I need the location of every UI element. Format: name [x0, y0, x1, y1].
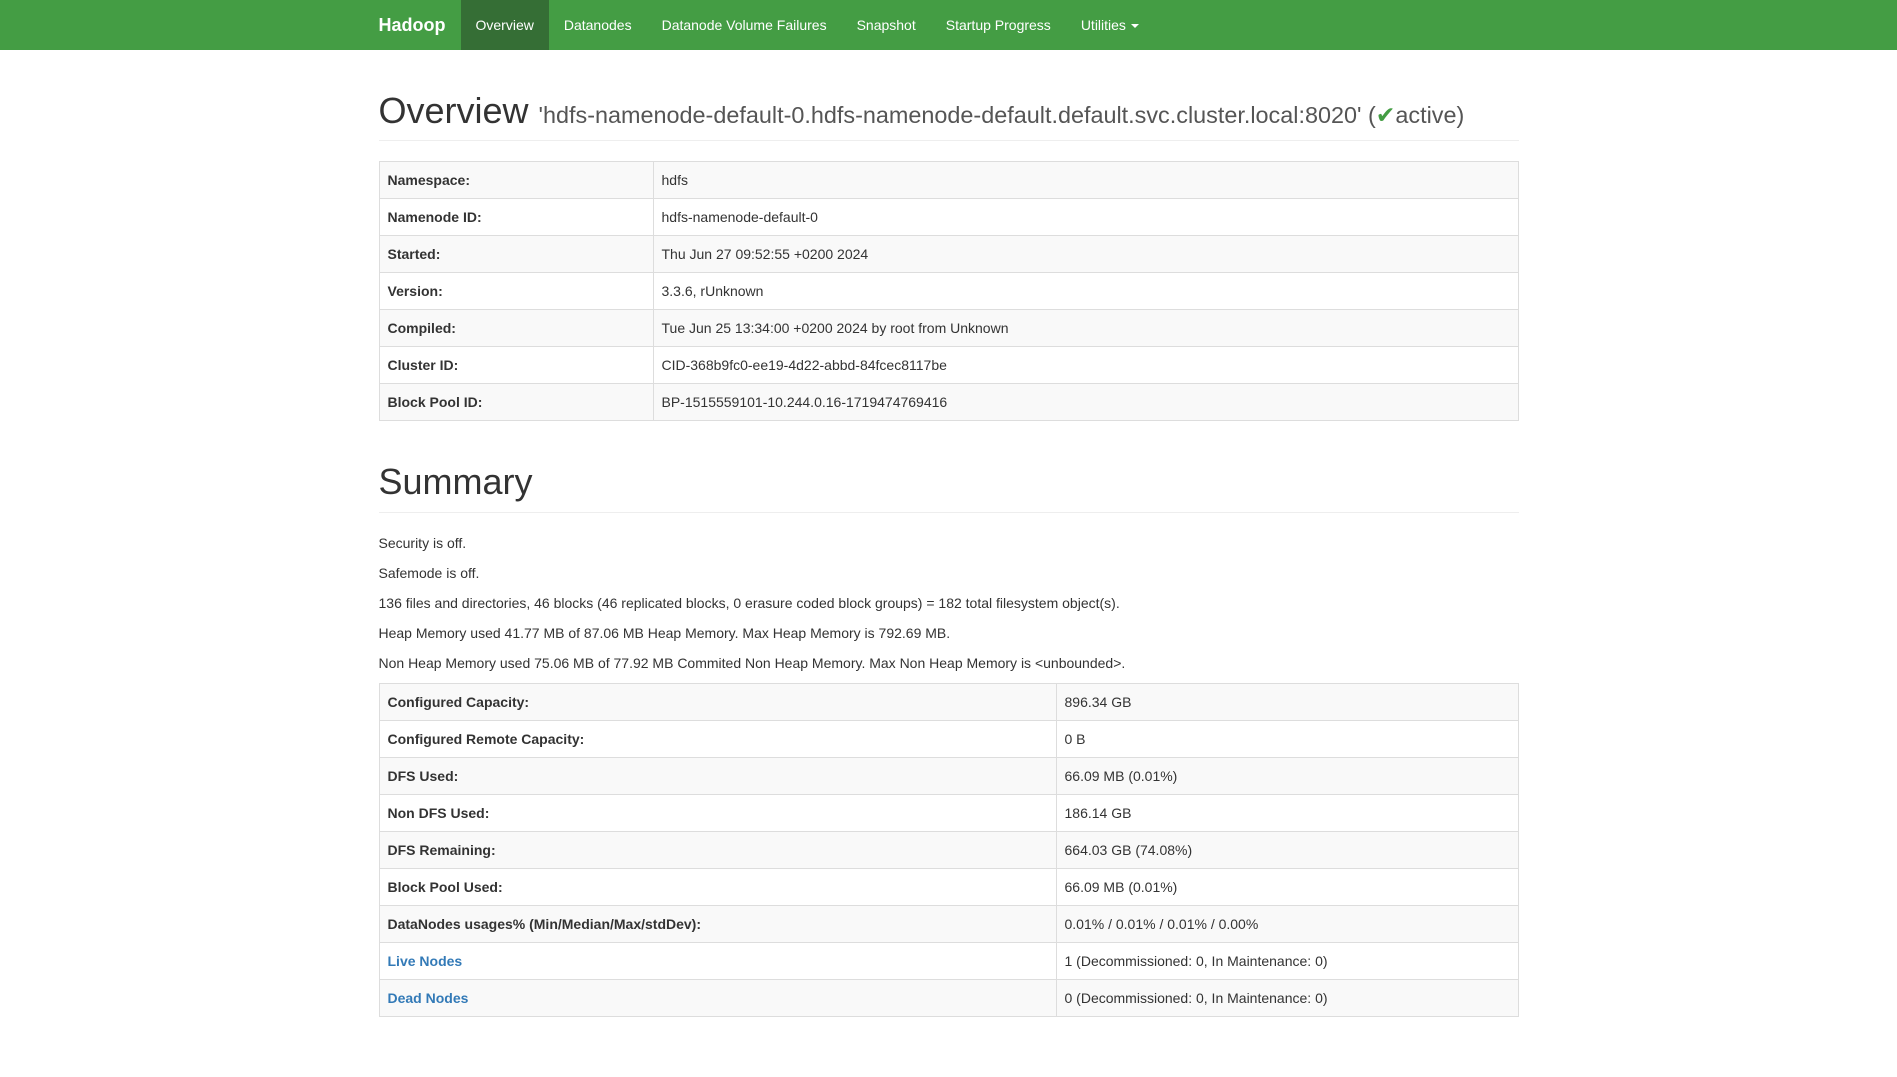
namenode-address: 'hdfs-namenode-default-0.hdfs-namenode-d…: [539, 102, 1362, 128]
table-row: DataNodes usages% (Min/Median/Max/stdDev…: [379, 905, 1518, 942]
row-label: Configured Remote Capacity:: [379, 720, 1056, 757]
table-row: Configured Capacity: 896.34 GB: [379, 683, 1518, 720]
row-value: 3.3.6, rUnknown: [653, 273, 1518, 310]
nav-item-utilities-dropdown[interactable]: Utilities: [1066, 0, 1154, 50]
row-label-link: Live Nodes: [379, 942, 1056, 979]
row-label: DFS Remaining:: [379, 831, 1056, 868]
row-label: Block Pool Used:: [379, 868, 1056, 905]
top-navbar: Hadoop Overview Datanodes Datanode Volum…: [0, 0, 1897, 50]
row-value: hdfs-namenode-default-0: [653, 199, 1518, 236]
table-row: Started: Thu Jun 27 09:52:55 +0200 2024: [379, 236, 1518, 273]
table-row: Version: 3.3.6, rUnknown: [379, 273, 1518, 310]
row-label: DFS Used:: [379, 757, 1056, 794]
chevron-down-icon: [1131, 24, 1139, 28]
row-label: Configured Capacity:: [379, 683, 1056, 720]
dead-nodes-link[interactable]: Dead Nodes: [388, 990, 469, 1006]
page-title: Overview 'hdfs-namenode-default-0.hdfs-n…: [379, 90, 1519, 131]
navbar-menu: Overview Datanodes Datanode Volume Failu…: [461, 0, 1154, 50]
summary-page-header: Summary: [379, 461, 1519, 512]
row-label: Compiled:: [379, 310, 653, 347]
table-row: Compiled: Tue Jun 25 13:34:00 +0200 2024…: [379, 310, 1518, 347]
table-row: Block Pool ID: BP-1515559101-10.244.0.16…: [379, 384, 1518, 421]
row-value: 0 (Decommissioned: 0, In Maintenance: 0): [1056, 979, 1518, 1016]
table-row: DFS Remaining: 664.03 GB (74.08%): [379, 831, 1518, 868]
nav-item-utilities-wrap: Utilities: [1066, 0, 1154, 50]
overview-info-table: Namespace: hdfs Namenode ID: hdfs-nameno…: [379, 161, 1519, 421]
row-label-link: Dead Nodes: [379, 979, 1056, 1016]
live-nodes-link[interactable]: Live Nodes: [388, 953, 463, 969]
table-row: Cluster ID: CID-368b9fc0-ee19-4d22-abbd-…: [379, 347, 1518, 384]
row-label: Started:: [379, 236, 653, 273]
row-value: 1 (Decommissioned: 0, In Maintenance: 0): [1056, 942, 1518, 979]
row-label: Non DFS Used:: [379, 794, 1056, 831]
main-content: Overview 'hdfs-namenode-default-0.hdfs-n…: [364, 90, 1534, 1017]
paren-open: (: [1368, 102, 1376, 128]
page-title-text: Overview: [379, 90, 529, 131]
namenode-state: (✔active): [1368, 102, 1464, 128]
heap-memory-line: Heap Memory used 41.77 MB of 87.06 MB He…: [379, 623, 1519, 643]
security-status-line: Security is off.: [379, 533, 1519, 553]
paren-close: ): [1456, 102, 1464, 128]
non-heap-memory-line: Non Heap Memory used 75.06 MB of 77.92 M…: [379, 653, 1519, 673]
table-row: Namenode ID: hdfs-namenode-default-0: [379, 199, 1518, 236]
namenode-address-block: 'hdfs-namenode-default-0.hdfs-namenode-d…: [539, 102, 1465, 128]
namenode-state-label: active: [1395, 102, 1456, 128]
summary-title: Summary: [379, 461, 1519, 502]
overview-page-header: Overview 'hdfs-namenode-default-0.hdfs-n…: [379, 90, 1519, 141]
row-value: 664.03 GB (74.08%): [1056, 831, 1518, 868]
nav-item-startup-progress[interactable]: Startup Progress: [931, 0, 1066, 50]
nav-item-datanode-volume-failures[interactable]: Datanode Volume Failures: [647, 0, 842, 50]
nav-item-utilities-label: Utilities: [1081, 17, 1126, 33]
table-row: DFS Used: 66.09 MB (0.01%): [379, 757, 1518, 794]
nav-item-snapshot[interactable]: Snapshot: [842, 0, 931, 50]
table-row: Block Pool Used: 66.09 MB (0.01%): [379, 868, 1518, 905]
row-label: Cluster ID:: [379, 347, 653, 384]
table-row: Dead Nodes 0 (Decommissioned: 0, In Main…: [379, 979, 1518, 1016]
safemode-status-line: Safemode is off.: [379, 563, 1519, 583]
row-value: BP-1515559101-10.244.0.16-1719474769416: [653, 384, 1518, 421]
nav-item-datanode-volume-failures-wrap: Datanode Volume Failures: [647, 0, 842, 50]
nav-item-overview-wrap: Overview: [461, 0, 549, 50]
row-value: CID-368b9fc0-ee19-4d22-abbd-84fcec8117be: [653, 347, 1518, 384]
row-label: Version:: [379, 273, 653, 310]
row-value: hdfs: [653, 162, 1518, 199]
filesystem-objects-line: 136 files and directories, 46 blocks (46…: [379, 593, 1519, 613]
check-icon: ✔: [1376, 102, 1396, 128]
row-value: Thu Jun 27 09:52:55 +0200 2024: [653, 236, 1518, 273]
nav-item-snapshot-wrap: Snapshot: [842, 0, 931, 50]
row-value: 0 B: [1056, 720, 1518, 757]
row-value: 66.09 MB (0.01%): [1056, 868, 1518, 905]
row-value: 896.34 GB: [1056, 683, 1518, 720]
table-row: Configured Remote Capacity: 0 B: [379, 720, 1518, 757]
row-label: Namespace:: [379, 162, 653, 199]
nav-item-startup-progress-wrap: Startup Progress: [931, 0, 1066, 50]
row-value: 66.09 MB (0.01%): [1056, 757, 1518, 794]
row-value: Tue Jun 25 13:34:00 +0200 2024 by root f…: [653, 310, 1518, 347]
row-label: DataNodes usages% (Min/Median/Max/stdDev…: [379, 905, 1056, 942]
table-row: Live Nodes 1 (Decommissioned: 0, In Main…: [379, 942, 1518, 979]
row-label: Namenode ID:: [379, 199, 653, 236]
row-label: Block Pool ID:: [379, 384, 653, 421]
nav-item-datanodes-wrap: Datanodes: [549, 0, 647, 50]
row-value: 0.01% / 0.01% / 0.01% / 0.00%: [1056, 905, 1518, 942]
summary-table: Configured Capacity: 896.34 GB Configure…: [379, 683, 1519, 1017]
table-row: Namespace: hdfs: [379, 162, 1518, 199]
table-row: Non DFS Used: 186.14 GB: [379, 794, 1518, 831]
nav-item-overview[interactable]: Overview: [461, 0, 549, 50]
hadoop-brand[interactable]: Hadoop: [379, 0, 461, 50]
nav-item-datanodes[interactable]: Datanodes: [549, 0, 647, 50]
row-value: 186.14 GB: [1056, 794, 1518, 831]
